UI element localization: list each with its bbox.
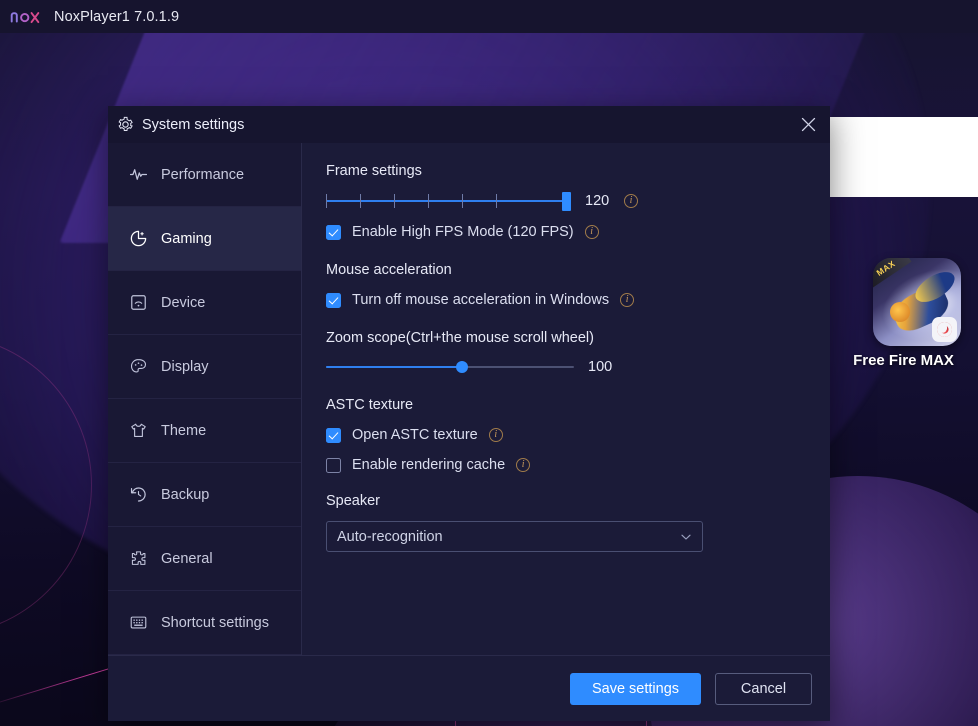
high-fps-mode-label: Enable High FPS Mode (120 FPS): [352, 224, 574, 240]
sidebar-item-label: Device: [161, 294, 206, 311]
info-icon[interactable]: i: [516, 458, 531, 472]
sidebar-item-shortcut-settings[interactable]: Shortcut settings: [108, 591, 301, 655]
gear-icon: [118, 116, 133, 131]
info-icon[interactable]: i: [584, 225, 599, 239]
puzzle-icon: [129, 549, 148, 568]
fps-slider-tick: [394, 194, 396, 208]
sidebar-item-device[interactable]: Device: [108, 271, 301, 335]
enable-rendering-cache-row: Enable rendering cache i: [326, 457, 806, 473]
info-icon[interactable]: i: [488, 428, 503, 442]
speaker-title: Speaker: [326, 493, 381, 509]
info-icon[interactable]: i: [624, 194, 638, 208]
fps-slider-row: 120 i: [326, 192, 806, 211]
save-settings-button[interactable]: Save settings: [570, 672, 701, 705]
astc-texture-title: ASTC texture: [326, 397, 414, 413]
noxplayer-window: NoxPlayer1 7.0.1.9 MAX Free Fire MAX Sys…: [0, 0, 978, 726]
keyboard-icon: [129, 613, 148, 632]
frame-settings-title: Frame settings: [326, 163, 422, 179]
desktop-white-panel: [829, 117, 978, 197]
mouse-acceleration-label: Turn off mouse acceleration in Windows: [352, 292, 610, 308]
title-bar: NoxPlayer1 7.0.1.9: [0, 0, 978, 33]
sidebar-item-label: General: [161, 550, 213, 567]
nox-logo: [10, 11, 40, 23]
open-astc-texture-checkbox[interactable]: [326, 427, 341, 443]
cancel-button[interactable]: Cancel: [715, 672, 812, 705]
app-icon-label: Free Fire MAX: [853, 352, 954, 369]
zoom-scope-value: 100: [588, 359, 613, 375]
dialog-header: System settings: [108, 106, 830, 143]
mouse-acceleration-section: Mouse acceleration Turn off mouse accele…: [326, 262, 806, 308]
sidebar-item-label: Display: [161, 358, 209, 375]
pulse-icon: [129, 165, 148, 184]
fps-slider-tick: [360, 194, 362, 208]
fps-slider-value: 120: [585, 193, 610, 209]
fps-slider-track: [326, 200, 571, 202]
palette-icon: [129, 357, 148, 376]
sidebar-item-label: Theme: [161, 422, 207, 439]
zoom-scope-section: Zoom scope(Ctrl+the mouse scroll wheel) …: [326, 330, 806, 375]
enable-rendering-cache-checkbox[interactable]: [326, 457, 341, 473]
zoom-scope-slider[interactable]: [326, 359, 574, 375]
speaker-selected-value: Auto-recognition: [337, 528, 443, 545]
fps-slider[interactable]: [326, 192, 571, 211]
sidebar-item-label: Gaming: [161, 230, 212, 247]
garena-logo: [932, 317, 957, 342]
sidebar-item-performance[interactable]: Performance: [108, 143, 301, 207]
chevron-down-icon: [681, 534, 691, 540]
sidebar-item-general[interactable]: General: [108, 527, 301, 591]
info-icon[interactable]: i: [620, 293, 635, 307]
shirt-icon: [129, 421, 148, 440]
history-icon: [129, 485, 148, 504]
gamepad-icon: [129, 229, 148, 248]
fps-slider-tick: [428, 194, 430, 208]
frame-settings-section: Frame settings 120 i Enable High FPS Mod…: [326, 163, 806, 240]
system-settings-dialog: System settings Performance Gaming Devic…: [108, 106, 830, 721]
device-icon: [129, 293, 148, 312]
fps-slider-thumb[interactable]: [562, 192, 571, 211]
settings-content-gaming: Frame settings 120 i Enable High FPS Mod…: [302, 143, 830, 655]
mouse-acceleration-row: Turn off mouse acceleration in Windows i: [326, 292, 806, 308]
high-fps-mode-checkbox[interactable]: [326, 224, 341, 240]
fps-slider-tick: [462, 194, 464, 208]
open-astc-texture-label: Open ASTC texture: [352, 427, 478, 443]
mouse-acceleration-title: Mouse acceleration: [326, 262, 452, 278]
open-astc-texture-row: Open ASTC texture i: [326, 427, 806, 443]
enable-rendering-cache-label: Enable rendering cache: [352, 457, 506, 473]
settings-sidebar: Performance Gaming Device Display Theme …: [108, 143, 302, 655]
sidebar-item-display[interactable]: Display: [108, 335, 301, 399]
fps-slider-tick: [326, 194, 328, 208]
app-icon-art-detail: [890, 302, 910, 322]
app-icon-free-fire-max[interactable]: MAX: [873, 258, 961, 346]
sidebar-item-label: Performance: [161, 166, 245, 183]
window-title: NoxPlayer1 7.0.1.9: [54, 8, 180, 25]
speaker-select[interactable]: Auto-recognition: [326, 521, 703, 552]
sidebar-item-theme[interactable]: Theme: [108, 399, 301, 463]
sidebar-item-label: Shortcut settings: [161, 614, 269, 631]
zoom-scope-title: Zoom scope(Ctrl+the mouse scroll wheel): [326, 330, 594, 346]
zoom-scope-slider-row: 100: [326, 359, 806, 375]
sidebar-item-label: Backup: [161, 486, 210, 503]
close-button[interactable]: [788, 106, 828, 143]
high-fps-mode-row: Enable High FPS Mode (120 FPS) i: [326, 224, 806, 240]
dialog-title: System settings: [142, 116, 245, 133]
dialog-body: Performance Gaming Device Display Theme …: [108, 143, 830, 655]
speaker-section: Speaker Auto-recognition: [326, 493, 806, 552]
garena-mark-icon: [937, 322, 952, 337]
dialog-footer: Save settings Cancel: [108, 655, 830, 721]
sidebar-item-backup[interactable]: Backup: [108, 463, 301, 527]
astc-texture-section: ASTC texture Open ASTC texture i Enable …: [326, 397, 806, 473]
fps-slider-tick: [496, 194, 498, 208]
zoom-scope-thumb[interactable]: [456, 361, 468, 373]
close-icon: [801, 117, 815, 132]
mouse-acceleration-checkbox[interactable]: [326, 292, 341, 308]
sidebar-item-gaming[interactable]: Gaming: [108, 207, 301, 271]
zoom-scope-track-fill: [326, 366, 462, 369]
